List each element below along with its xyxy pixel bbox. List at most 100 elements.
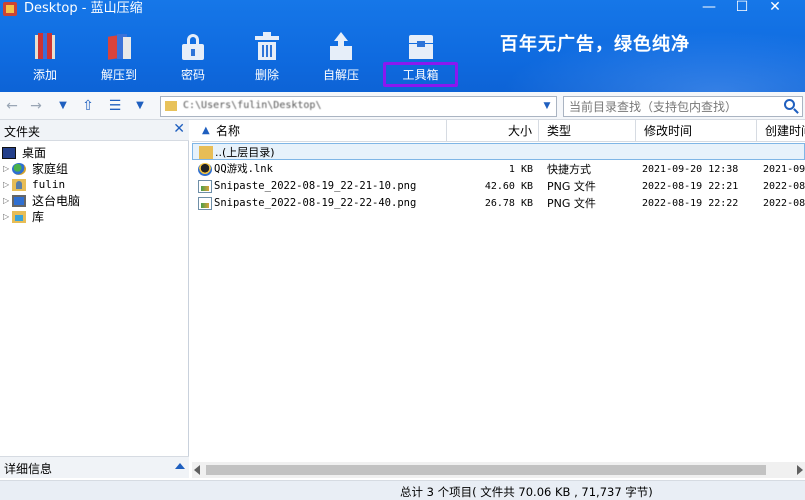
png-file-icon xyxy=(198,180,212,193)
file-name: Snipaste_2022-08-19_22-21-10.png xyxy=(214,180,417,192)
column-header-created[interactable]: 创建时间 xyxy=(757,120,805,142)
tree-item-label: fulin xyxy=(32,178,66,191)
folder-pane-header: 文件夹 ✕ xyxy=(0,120,189,141)
toolbox-highlight-box xyxy=(383,62,458,87)
table-row[interactable]: Snipaste_2022-08-19_22-22-40.png 26.78 K… xyxy=(192,195,805,212)
view-dropdown-icon[interactable]: ▼ xyxy=(130,96,150,116)
close-button[interactable]: ✕ xyxy=(760,0,790,17)
column-label: 大小 xyxy=(507,124,532,138)
search-box xyxy=(563,96,803,117)
file-name: ..(上层目录) xyxy=(215,146,275,159)
chevron-up-icon[interactable] xyxy=(175,463,185,469)
password-button[interactable]: 密码 xyxy=(161,26,225,88)
computer-icon xyxy=(12,195,26,207)
lock-icon xyxy=(179,31,207,61)
file-size: 1 KB xyxy=(508,164,533,175)
window-title: Desktop - 蓝山压缩 xyxy=(24,1,143,16)
add-button[interactable]: 添加 xyxy=(13,26,77,88)
tree-item-label: 桌面 xyxy=(22,146,47,160)
expand-arrow-icon[interactable]: ▷ xyxy=(3,161,11,177)
extract-to-button[interactable]: 解压到 xyxy=(87,26,151,88)
sort-ascending-icon: ▲ xyxy=(202,125,210,136)
column-header-modified[interactable]: 修改时间 xyxy=(636,120,757,142)
details-label: 详细信息 xyxy=(4,462,53,476)
file-modified: 2021-09-20 12:38 xyxy=(642,164,739,175)
archive-books-icon xyxy=(31,31,59,61)
self-extract-button[interactable]: 自解压 xyxy=(309,26,373,88)
delete-button[interactable]: 删除 xyxy=(235,26,299,88)
address-field[interactable]: C:\Users\fulin\Desktop\ ▼ xyxy=(160,96,557,117)
file-type: PNG 文件 xyxy=(547,197,596,210)
folder-icon xyxy=(199,146,213,159)
homegroup-icon xyxy=(12,163,26,175)
column-header-row: ▲ 名称 大小 类型 修改时间 创建时间 xyxy=(192,120,805,142)
file-created: 2021-09 xyxy=(763,164,805,175)
address-path: C:\Users\fulin\Desktop\ xyxy=(183,100,322,111)
tree-item-label: 库 xyxy=(32,210,45,224)
column-label: 修改时间 xyxy=(644,124,693,138)
delete-label: 删除 xyxy=(254,68,279,82)
self-extract-label: 自解压 xyxy=(322,68,359,82)
expand-arrow-icon[interactable]: ▷ xyxy=(3,209,11,225)
view-mode-icon[interactable]: ☰ xyxy=(105,96,125,116)
toolbox-icon xyxy=(407,31,435,61)
title-bar: Desktop - 蓝山压缩 — ☐ ✕ xyxy=(0,0,805,18)
file-size: 26.78 KB xyxy=(484,198,533,209)
search-icon[interactable] xyxy=(782,98,800,116)
column-label: 创建时间 xyxy=(765,124,805,138)
column-header-size[interactable]: 大小 xyxy=(447,120,539,142)
file-name: QQ游戏.lnk xyxy=(214,163,273,175)
desktop-icon xyxy=(2,147,16,159)
horizontal-scrollbar[interactable] xyxy=(192,462,805,478)
folder-pane-title: 文件夹 xyxy=(4,125,41,139)
file-modified: 2022-08-19 22:21 xyxy=(642,181,739,192)
tree-item-desktop[interactable]: 桌面 xyxy=(0,145,187,161)
parent-directory-row[interactable]: ..(上层目录) xyxy=(192,143,805,160)
scrollbar-thumb[interactable] xyxy=(206,465,766,475)
column-header-name[interactable]: ▲ 名称 xyxy=(192,120,447,142)
table-row[interactable]: QQ游戏.lnk 1 KB 快捷方式 2021-09-20 12:38 2021… xyxy=(192,161,805,178)
history-dropdown-icon[interactable]: ▼ xyxy=(53,96,73,116)
file-created: 2022-08 xyxy=(763,181,805,192)
table-row[interactable]: Snipaste_2022-08-19_22-21-10.png 42.60 K… xyxy=(192,178,805,195)
password-label: 密码 xyxy=(180,68,205,82)
status-bar: 总计 3 个项目( 文件共 70.06 KB , 71,737 字节) xyxy=(0,480,805,500)
user-folder-icon xyxy=(12,179,26,191)
minimize-button[interactable]: — xyxy=(694,0,724,17)
toolbar-area: Desktop - 蓝山压缩 — ☐ ✕ 添加 解压到 密码 删除 自解压 工具… xyxy=(0,0,805,92)
scroll-right-icon[interactable] xyxy=(797,465,803,475)
column-header-type[interactable]: 类型 xyxy=(539,120,636,142)
file-created: 2022-08 xyxy=(763,198,805,209)
folder-pane: 文件夹 ✕ 桌面 ▷ 家庭组 ▷ fulin ▷ 这台电脑 ▷ 库 详细信息 xyxy=(0,120,189,478)
expand-arrow-icon[interactable]: ▷ xyxy=(3,193,11,209)
close-pane-icon[interactable]: ✕ xyxy=(173,121,185,137)
file-type: PNG 文件 xyxy=(547,180,596,193)
expand-arrow-icon[interactable]: ▷ xyxy=(3,177,11,193)
trash-icon xyxy=(253,31,281,61)
file-list: ▲ 名称 大小 类型 修改时间 创建时间 ..(上层目录) QQ游戏.lnk 1… xyxy=(192,120,805,478)
qq-game-shortcut-icon xyxy=(198,163,212,176)
scroll-left-icon[interactable] xyxy=(194,465,200,475)
file-size: 42.60 KB xyxy=(484,181,533,192)
forward-arrow-icon[interactable]: → xyxy=(26,96,46,116)
png-file-icon xyxy=(198,197,212,210)
file-modified: 2022-08-19 22:22 xyxy=(642,198,739,209)
back-arrow-icon[interactable]: ← xyxy=(2,96,22,116)
app-logo-icon xyxy=(3,2,17,16)
extract-books-icon xyxy=(105,31,133,61)
address-dropdown-icon[interactable]: ▼ xyxy=(540,99,554,114)
tree-item-label: 这台电脑 xyxy=(32,194,81,208)
library-icon xyxy=(12,211,26,223)
status-summary: 总计 3 个项目( 文件共 70.06 KB , 71,737 字节) xyxy=(400,485,653,499)
slogan: 百年无广告，绿色纯净 xyxy=(500,34,690,55)
search-input[interactable] xyxy=(569,98,774,115)
address-bar-row: ← → ▼ ⇧ ☰ ▼ C:\Users\fulin\Desktop\ ▼ xyxy=(0,92,805,120)
extract-label: 解压到 xyxy=(100,68,137,82)
maximize-button[interactable]: ☐ xyxy=(727,0,757,17)
folder-icon xyxy=(165,101,177,111)
column-label: 类型 xyxy=(547,124,572,138)
tree-item-label: 家庭组 xyxy=(32,162,69,176)
column-label: 名称 xyxy=(216,124,241,138)
up-folder-icon[interactable]: ⇧ xyxy=(78,96,98,116)
details-toggle-bar[interactable]: 详细信息 xyxy=(0,456,189,478)
